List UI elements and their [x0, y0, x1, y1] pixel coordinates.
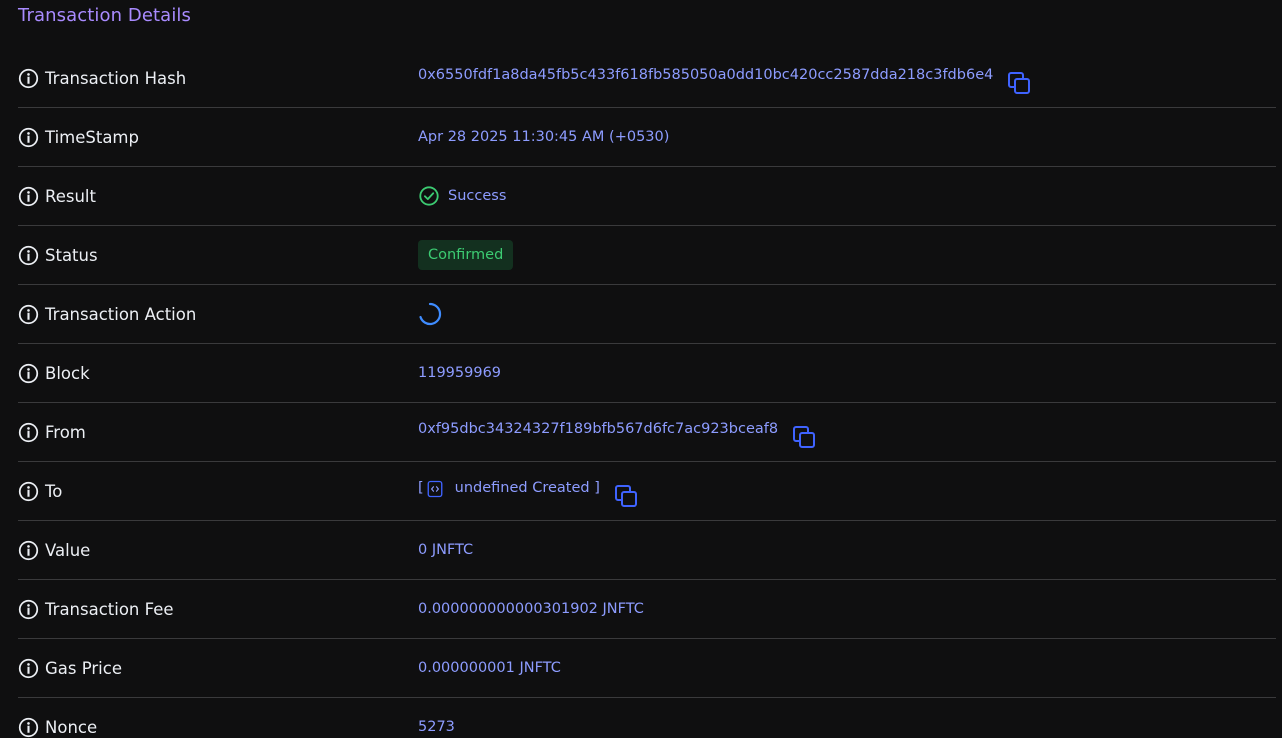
row-label-container: Nonce — [18, 698, 97, 738]
row-transaction-action: Transaction Action — [18, 285, 1276, 344]
block-link[interactable]: 119959969 — [418, 365, 501, 381]
to-contract-link[interactable]: undefined Created ] — [455, 480, 600, 496]
row-value-container: 0x6550fdf1a8da45fb5c433f618fb585050a0dd1… — [418, 49, 1031, 107]
row-value-container: 5273 — [418, 698, 455, 738]
copy-icon[interactable] — [792, 425, 816, 449]
from-address-link[interactable]: 0xf95dbc34324327f189bfb567d6fc7ac923bcea… — [418, 421, 778, 437]
info-icon — [18, 304, 39, 324]
row-status: Status Confirmed — [18, 226, 1276, 285]
info-icon — [18, 363, 39, 383]
copy-icon[interactable] — [1007, 71, 1031, 95]
row-label: Status — [45, 245, 98, 265]
timestamp-value: Apr 28 2025 11:30:45 AM (+0530) — [418, 129, 670, 145]
check-circle-icon — [419, 186, 439, 206]
row-to: To [ undefined Created ] — [18, 462, 1276, 521]
contract-code-icon — [427, 480, 443, 498]
info-icon — [18, 186, 39, 206]
row-label: Value — [45, 540, 91, 560]
row-label: Transaction Fee — [45, 599, 174, 619]
info-icon — [18, 599, 39, 619]
row-value-container: 0xf95dbc34324327f189bfb567d6fc7ac923bcea… — [418, 403, 816, 461]
row-label-container: To — [18, 462, 62, 520]
row-from: From 0xf95dbc34324327f189bfb567d6fc7ac92… — [18, 403, 1276, 462]
row-label: Block — [45, 363, 90, 383]
row-nonce: Nonce 5273 — [18, 698, 1276, 738]
row-timestamp: TimeStamp Apr 28 2025 11:30:45 AM (+0530… — [18, 108, 1276, 167]
row-label: Transaction Hash — [45, 68, 187, 88]
info-icon — [18, 540, 39, 560]
row-block: Block 119959969 — [18, 344, 1276, 403]
info-icon — [18, 245, 39, 265]
value-amount: 0 JNFTC — [418, 542, 474, 558]
row-value-container: Apr 28 2025 11:30:45 AM (+0530) — [418, 108, 669, 166]
loading-spinner-icon — [419, 302, 442, 326]
gas-price-value: 0.000000001 JNFTC — [418, 660, 561, 676]
row-value-container: 0.000000000000301902 JNFTC — [418, 580, 644, 638]
row-gas-price: Gas Price 0.000000001 JNFTC — [18, 639, 1276, 698]
row-value-container — [418, 285, 442, 343]
row-label: Transaction Action — [45, 304, 197, 324]
info-icon — [18, 717, 39, 737]
row-transaction-fee: Transaction Fee 0.000000000000301902 JNF… — [18, 580, 1276, 639]
row-value-container: Success — [418, 167, 506, 225]
row-value-container: 0 JNFTC — [418, 521, 473, 579]
row-label: Gas Price — [45, 658, 122, 678]
row-label-container: Result — [18, 167, 96, 225]
row-label-container: Transaction Hash — [18, 49, 186, 107]
row-label: To — [45, 481, 63, 501]
row-value-container: Confirmed — [418, 226, 514, 284]
row-label-container: From — [18, 403, 86, 461]
result-value: Success — [448, 188, 507, 204]
details-list: Transaction Hash 0x6550fdf1a8da45fb5c433… — [18, 49, 1276, 738]
row-label-container: Transaction Fee — [18, 580, 174, 638]
row-value-container: 119959969 — [418, 344, 501, 402]
row-label: From — [45, 422, 86, 442]
row-label: Result — [45, 186, 96, 206]
row-label-container: TimeStamp — [18, 108, 139, 166]
info-icon — [18, 481, 39, 501]
copy-icon[interactable] — [614, 484, 638, 508]
info-icon — [18, 658, 39, 678]
transaction-hash-value[interactable]: 0x6550fdf1a8da45fb5c433f618fb585050a0dd1… — [418, 67, 993, 83]
info-icon — [18, 127, 39, 147]
row-label: Nonce — [45, 717, 98, 737]
row-value: Value 0 JNFTC — [18, 521, 1276, 580]
info-icon — [18, 68, 39, 88]
nonce-value: 5273 — [418, 719, 455, 735]
row-label-container: Value — [18, 521, 90, 579]
transaction-details-page: Transaction Details Transaction Hash 0x6… — [0, 0, 1282, 738]
page-title: Transaction Details — [18, 5, 191, 26]
row-value-container: 0.000000001 JNFTC — [418, 639, 561, 697]
row-transaction-hash: Transaction Hash 0x6550fdf1a8da45fb5c433… — [18, 49, 1276, 108]
row-label: TimeStamp — [45, 127, 139, 147]
open-bracket: [ — [418, 480, 424, 496]
row-label-container: Status — [18, 226, 98, 284]
row-label-container: Block — [18, 344, 90, 402]
row-result: Result Success — [18, 167, 1276, 226]
info-icon — [18, 422, 39, 442]
transaction-fee-value: 0.000000000000301902 JNFTC — [418, 601, 644, 617]
row-label-container: Gas Price — [18, 639, 122, 697]
row-value-container: [ undefined Created ] — [418, 462, 638, 520]
row-label-container: Transaction Action — [18, 285, 196, 343]
status-badge: Confirmed — [418, 240, 514, 270]
